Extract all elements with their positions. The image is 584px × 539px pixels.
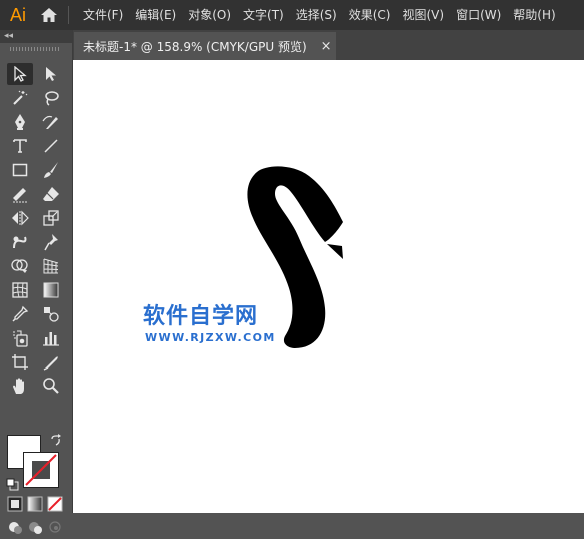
draw-inside-icon[interactable] xyxy=(47,519,63,535)
menu-help[interactable]: 帮助(H) xyxy=(507,0,561,30)
scale-tool-icon[interactable] xyxy=(38,207,64,229)
gradient-mode-icon[interactable] xyxy=(27,496,43,512)
menu-object[interactable]: 对象(O) xyxy=(182,0,237,30)
collapse-icon[interactable]: ◂◂ xyxy=(4,30,13,43)
tools-panel: ◂◂ xyxy=(0,30,73,534)
reflect-tool-icon[interactable] xyxy=(7,207,33,229)
menu-file[interactable]: 文件(F) xyxy=(77,0,129,30)
document-tab-label: 未标题-1* @ 158.9% (CMYK/GPU 预览) xyxy=(83,39,307,54)
menu-type[interactable]: 文字(T) xyxy=(237,0,290,30)
line-segment-tool-icon[interactable] xyxy=(38,135,64,157)
pen-tool-icon[interactable] xyxy=(7,111,33,133)
symbol-sprayer-tool-icon[interactable] xyxy=(7,327,33,349)
document-tab[interactable]: 未标题-1* @ 158.9% (CMYK/GPU 预览) × xyxy=(74,32,336,60)
draw-normal-icon[interactable] xyxy=(7,519,23,535)
menu-view[interactable]: 视图(V) xyxy=(396,0,450,30)
direct-selection-tool-icon[interactable] xyxy=(38,63,64,85)
document-tab-bar: 未标题-1* @ 158.9% (CMYK/GPU 预览) × xyxy=(73,30,584,60)
menu-bar: Ai 文件(F) 编辑(E) 对象(O) 文字(T) 选择(S) 效果(C) 视… xyxy=(0,0,584,30)
mesh-tool-icon[interactable] xyxy=(7,279,33,301)
watermark-url: WWW.RJZXW.COM xyxy=(145,331,276,344)
menu-window[interactable]: 窗口(W) xyxy=(450,0,507,30)
close-icon[interactable]: × xyxy=(321,39,332,54)
none-mode-icon[interactable] xyxy=(47,496,63,512)
default-colors-icon[interactable] xyxy=(6,476,19,491)
draw-behind-icon[interactable] xyxy=(27,519,43,535)
shape-builder-tool-icon[interactable] xyxy=(7,255,33,277)
warp-tool-icon[interactable] xyxy=(7,231,33,253)
toolbar-header: ◂◂ xyxy=(0,30,72,43)
curvature-tool-icon[interactable] xyxy=(38,111,64,133)
paintbrush-tool-icon[interactable] xyxy=(38,159,64,181)
eyedropper-tool-icon[interactable] xyxy=(7,303,33,325)
swan-shape xyxy=(247,166,343,348)
blend-tool-icon[interactable] xyxy=(38,303,64,325)
color-mode-icon[interactable] xyxy=(7,496,23,512)
slice-tool-icon[interactable] xyxy=(38,351,64,373)
swan-beak xyxy=(327,244,343,259)
none-slash-icon xyxy=(25,454,57,486)
lasso-tool-icon[interactable] xyxy=(38,87,64,109)
selection-tool-icon[interactable] xyxy=(7,63,33,85)
stroke-color-swatch[interactable] xyxy=(23,452,59,488)
panel-grip[interactable] xyxy=(10,47,60,51)
hand-tool-icon[interactable] xyxy=(7,375,33,397)
gradient-tool-icon[interactable] xyxy=(38,279,64,301)
menu-select[interactable]: 选择(S) xyxy=(290,0,343,30)
menu-effect[interactable]: 效果(C) xyxy=(343,0,397,30)
app-logo: Ai xyxy=(9,4,26,25)
shaper-tool-icon[interactable] xyxy=(7,183,33,205)
swap-colors-icon[interactable] xyxy=(48,433,64,449)
menu-divider xyxy=(68,6,69,24)
column-graph-tool-icon[interactable] xyxy=(38,327,64,349)
watermark-title: 软件自学网 xyxy=(143,304,259,329)
zoom-tool-icon[interactable] xyxy=(38,375,64,397)
artboard-canvas[interactable]: 软件自学网 WWW.RJZXW.COM xyxy=(73,60,584,513)
menu-edit[interactable]: 编辑(E) xyxy=(129,0,182,30)
magic-wand-tool-icon[interactable] xyxy=(7,87,33,109)
artboard-tool-icon[interactable] xyxy=(7,351,33,373)
rectangle-tool-icon[interactable] xyxy=(7,159,33,181)
puppet-warp-tool-icon[interactable] xyxy=(38,231,64,253)
home-icon[interactable] xyxy=(36,0,62,30)
eraser-tool-icon[interactable] xyxy=(38,183,64,205)
perspective-grid-tool-icon[interactable] xyxy=(38,255,64,277)
type-tool-icon[interactable] xyxy=(7,135,33,157)
